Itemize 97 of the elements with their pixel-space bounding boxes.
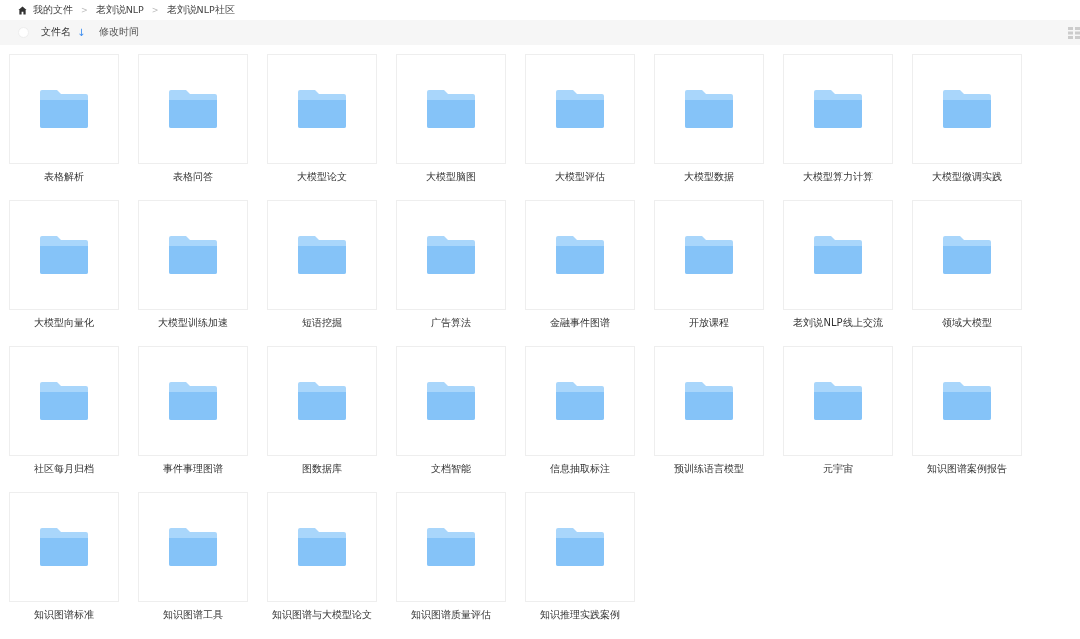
folder-tile[interactable]: [783, 346, 893, 456]
breadcrumb-link[interactable]: 老刘说NLP: [95, 3, 144, 17]
folder-icon: [556, 236, 604, 274]
folder-tile[interactable]: [912, 54, 1022, 164]
folder-icon: [814, 90, 862, 128]
folder-name: 事件事理图谱: [163, 462, 223, 476]
folder-tile[interactable]: [267, 54, 377, 164]
folder-icon: [169, 382, 217, 420]
folder-name: 文档智能: [431, 462, 471, 476]
folder-tile[interactable]: [396, 54, 506, 164]
folder-tile[interactable]: [138, 492, 248, 602]
folder-name: 老刘说NLP线上交流: [793, 316, 883, 330]
folder-tile[interactable]: [525, 492, 635, 602]
breadcrumb-link[interactable]: 我的文件: [33, 3, 73, 17]
folder-icon: [814, 236, 862, 274]
folder-tile[interactable]: [138, 54, 248, 164]
sort-arrow-icon: ↓: [77, 27, 86, 38]
breadcrumb-separator: >: [151, 5, 159, 15]
folder-icon: [169, 236, 217, 274]
sort-column[interactable]: 修改时间: [99, 26, 140, 39]
folder-name: 知识推理实践案例: [540, 608, 620, 622]
folder-icon: [685, 382, 733, 420]
folder-tile[interactable]: [912, 200, 1022, 310]
folder-icon: [814, 382, 862, 420]
breadcrumb-separator: >: [81, 5, 88, 15]
folder-tile[interactable]: [267, 346, 377, 456]
folder-name: 知识图谱质量评估: [411, 608, 491, 622]
folder-icon: [556, 382, 604, 420]
folder-tile[interactable]: [396, 200, 506, 310]
folder-name: 表格问答: [173, 170, 213, 184]
folder-tile[interactable]: [138, 200, 248, 310]
folder-icon: [943, 382, 991, 420]
folder-name: 社区每月归档: [34, 462, 94, 476]
folder-name: 知识图谱标准: [34, 608, 94, 622]
folder-tile[interactable]: [9, 346, 119, 456]
folder-tile[interactable]: [912, 346, 1022, 456]
breadcrumb-link[interactable]: 老刘说NLP社区: [166, 3, 235, 17]
folder-tile[interactable]: [267, 492, 377, 602]
folder-tile[interactable]: [654, 346, 764, 456]
folder-tile[interactable]: [9, 492, 119, 602]
folder-icon: [298, 382, 346, 420]
folder-icon: [298, 528, 346, 566]
folder-icon: [40, 90, 88, 128]
folder-name: 金融事件图谱: [550, 316, 610, 330]
folder-name: 大模型微调实践: [932, 170, 1002, 184]
folder-name: 知识图谱与大模型论文: [272, 608, 372, 622]
folder-name: 短语挖掘: [302, 316, 342, 330]
folder-name: 领域大模型: [942, 316, 992, 330]
folder-tile[interactable]: [396, 346, 506, 456]
folder-icon: [943, 90, 991, 128]
folder-icon: [685, 90, 733, 128]
home-icon: [18, 5, 27, 15]
folder-tile[interactable]: [783, 54, 893, 164]
folder-name: 大模型评估: [555, 170, 605, 184]
folder-name: 广告算法: [431, 316, 471, 330]
folder-name: 大模型训练加速: [158, 316, 228, 330]
folder-name: 大模型算力计算: [803, 170, 873, 184]
folder-tile[interactable]: [9, 54, 119, 164]
folder-icon: [556, 528, 604, 566]
grid-view-icon[interactable]: [1068, 27, 1080, 39]
folder-icon: [427, 236, 475, 274]
folder-name: 知识图谱案例报告: [927, 462, 1007, 476]
folder-tile[interactable]: [396, 492, 506, 602]
folder-icon: [556, 90, 604, 128]
folder-name: 知识图谱工具: [163, 608, 223, 622]
folder-name: 表格解析: [44, 170, 84, 184]
folder-name: 元宇宙: [823, 462, 853, 476]
folder-icon: [40, 382, 88, 420]
folder-name: 开放课程: [689, 316, 729, 330]
folder-name: 大模型脑图: [426, 170, 476, 184]
folder-tile[interactable]: [9, 200, 119, 310]
folder-name: 大模型数据: [684, 170, 734, 184]
folder-icon: [685, 236, 733, 274]
folder-icon: [169, 90, 217, 128]
folder-icon: [169, 528, 217, 566]
folder-icon: [298, 90, 346, 128]
folder-tile[interactable]: [138, 346, 248, 456]
folder-icon: [40, 528, 88, 566]
folder-tile[interactable]: [525, 54, 635, 164]
folder-icon: [427, 90, 475, 128]
folder-tile[interactable]: [654, 54, 764, 164]
folder-name: 信息抽取标注: [550, 462, 610, 476]
folder-icon: [427, 382, 475, 420]
folder-icon: [943, 236, 991, 274]
folder-tile[interactable]: [267, 200, 377, 310]
folder-tile[interactable]: [525, 200, 635, 310]
folder-icon: [40, 236, 88, 274]
sort-column[interactable]: 文件名: [41, 26, 71, 39]
folder-name: 预训练语言模型: [674, 462, 744, 476]
folder-icon: [298, 236, 346, 274]
folder-icon: [427, 528, 475, 566]
folder-tile[interactable]: [654, 200, 764, 310]
folder-name: 大模型向量化: [34, 316, 94, 330]
folder-tile[interactable]: [525, 346, 635, 456]
folder-name: 大模型论文: [297, 170, 347, 184]
folder-name: 图数据库: [302, 462, 342, 476]
folder-tile[interactable]: [783, 200, 893, 310]
